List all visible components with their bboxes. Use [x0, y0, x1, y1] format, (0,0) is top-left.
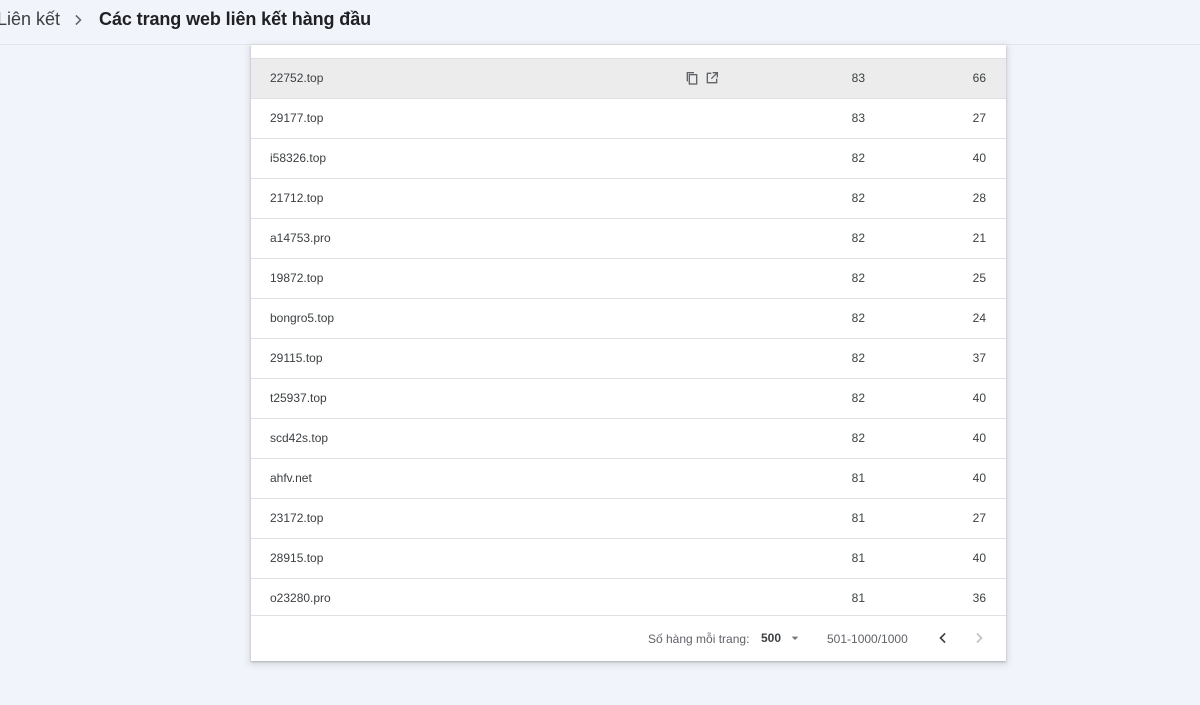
linked-pages-cell: 82	[851, 431, 865, 445]
rows-per-page-value: 500	[761, 631, 782, 645]
dropdown-arrow-icon	[791, 636, 799, 640]
linking-sites-cell: 27	[972, 511, 986, 525]
copy-icon[interactable]	[684, 70, 700, 86]
linking-sites-cell: 37	[972, 351, 986, 365]
domain-cell: 22752.top	[270, 71, 324, 85]
linking-sites-cell: 40	[972, 431, 986, 445]
domain-cell: scd42s.top	[270, 431, 329, 445]
table-row[interactable]: bongro5.top 82 24	[251, 298, 1006, 338]
table-row[interactable]: 28915.top 81 40	[251, 538, 1006, 578]
domain-cell: 28915.top	[270, 551, 324, 565]
table-row[interactable]: 29115.top 82 37	[251, 338, 1006, 378]
linking-sites-cell: 40	[972, 151, 986, 165]
domain-cell: bongro5.top	[270, 311, 335, 325]
page-header: Liên kết Các trang web liên kết hàng đầu	[0, 0, 1200, 45]
linked-pages-cell: 82	[851, 151, 865, 165]
table-row[interactable]: i58326.top 82 40	[251, 138, 1006, 178]
linked-pages-cell: 81	[851, 471, 865, 485]
breadcrumb-parent-link[interactable]: Liên kết	[0, 9, 60, 30]
table-row[interactable]: o23280.pro 81 36	[251, 578, 1006, 618]
table-pagination: Số hàng mỗi trang: 500 501-1000/1000	[251, 615, 1006, 661]
linked-pages-cell: 82	[851, 351, 865, 365]
linking-sites-cell: 66	[972, 71, 986, 85]
top-linking-sites-table: 22752.top 83 66 29177.top 83 27 i58326.t…	[251, 45, 1006, 661]
page-range: 501-1000/1000	[827, 632, 908, 646]
table-row[interactable]: ahfv.net 81 40	[251, 458, 1006, 498]
domain-cell: a14753.pro	[270, 231, 331, 245]
page-title: Các trang web liên kết hàng đầu	[99, 9, 372, 29]
domain-cell: t25937.top	[270, 391, 327, 405]
rows-per-page-select[interactable]: 500	[761, 630, 803, 646]
open-in-new-icon[interactable]	[704, 70, 720, 86]
linking-sites-cell: 40	[972, 391, 986, 405]
linking-sites-cell: 24	[972, 311, 986, 325]
linking-sites-cell: 25	[972, 271, 986, 285]
domain-cell: 19872.top	[270, 271, 324, 285]
table-row[interactable]: 19872.top 82 25	[251, 258, 1006, 298]
row-actions	[684, 70, 720, 86]
table-row[interactable]: 21712.top 82 28	[251, 178, 1006, 218]
rows-per-page-label: Số hàng mỗi trang:	[648, 632, 750, 646]
linking-sites-cell: 27	[972, 111, 986, 125]
table-row[interactable]: 29177.top 83 27	[251, 98, 1006, 138]
chevron-left-icon[interactable]	[933, 628, 953, 648]
linked-pages-cell: 82	[851, 391, 865, 405]
linked-pages-cell: 83	[851, 111, 865, 125]
linking-sites-cell: 36	[972, 591, 986, 605]
table-body: 22752.top 83 66 29177.top 83 27 i58326.t…	[251, 58, 1006, 618]
table-row[interactable]: a14753.pro 82 21	[251, 218, 1006, 258]
linked-pages-cell: 81	[851, 551, 865, 565]
linked-pages-cell: 82	[851, 311, 865, 325]
linked-pages-cell: 83	[851, 71, 865, 85]
table-row[interactable]: 23172.top 81 27	[251, 498, 1006, 538]
domain-cell: 23172.top	[270, 511, 324, 525]
domain-cell: 29177.top	[270, 111, 324, 125]
linked-pages-cell: 82	[851, 191, 865, 205]
linking-sites-cell: 28	[972, 191, 986, 205]
domain-cell: 21712.top	[270, 191, 324, 205]
table-row[interactable]: t25937.top 82 40	[251, 378, 1006, 418]
breadcrumb: Liên kết Các trang web liên kết hàng đầu	[0, 9, 371, 30]
domain-cell: i58326.top	[270, 151, 327, 165]
linked-pages-cell: 82	[851, 271, 865, 285]
table-row[interactable]: scd42s.top 82 40	[251, 418, 1006, 458]
linking-sites-cell: 40	[972, 551, 986, 565]
linked-pages-cell: 81	[851, 511, 865, 525]
linked-pages-cell: 81	[851, 591, 865, 605]
chevron-right-icon[interactable]	[969, 628, 989, 648]
linked-pages-cell: 82	[851, 231, 865, 245]
linking-sites-cell: 40	[972, 471, 986, 485]
chevron-right-icon	[75, 14, 82, 25]
linking-sites-cell: 21	[972, 231, 986, 245]
domain-cell: o23280.pro	[270, 591, 331, 605]
domain-cell: 29115.top	[270, 351, 323, 365]
domain-cell: ahfv.net	[270, 471, 312, 485]
table-row[interactable]: 22752.top 83 66	[251, 58, 1006, 98]
